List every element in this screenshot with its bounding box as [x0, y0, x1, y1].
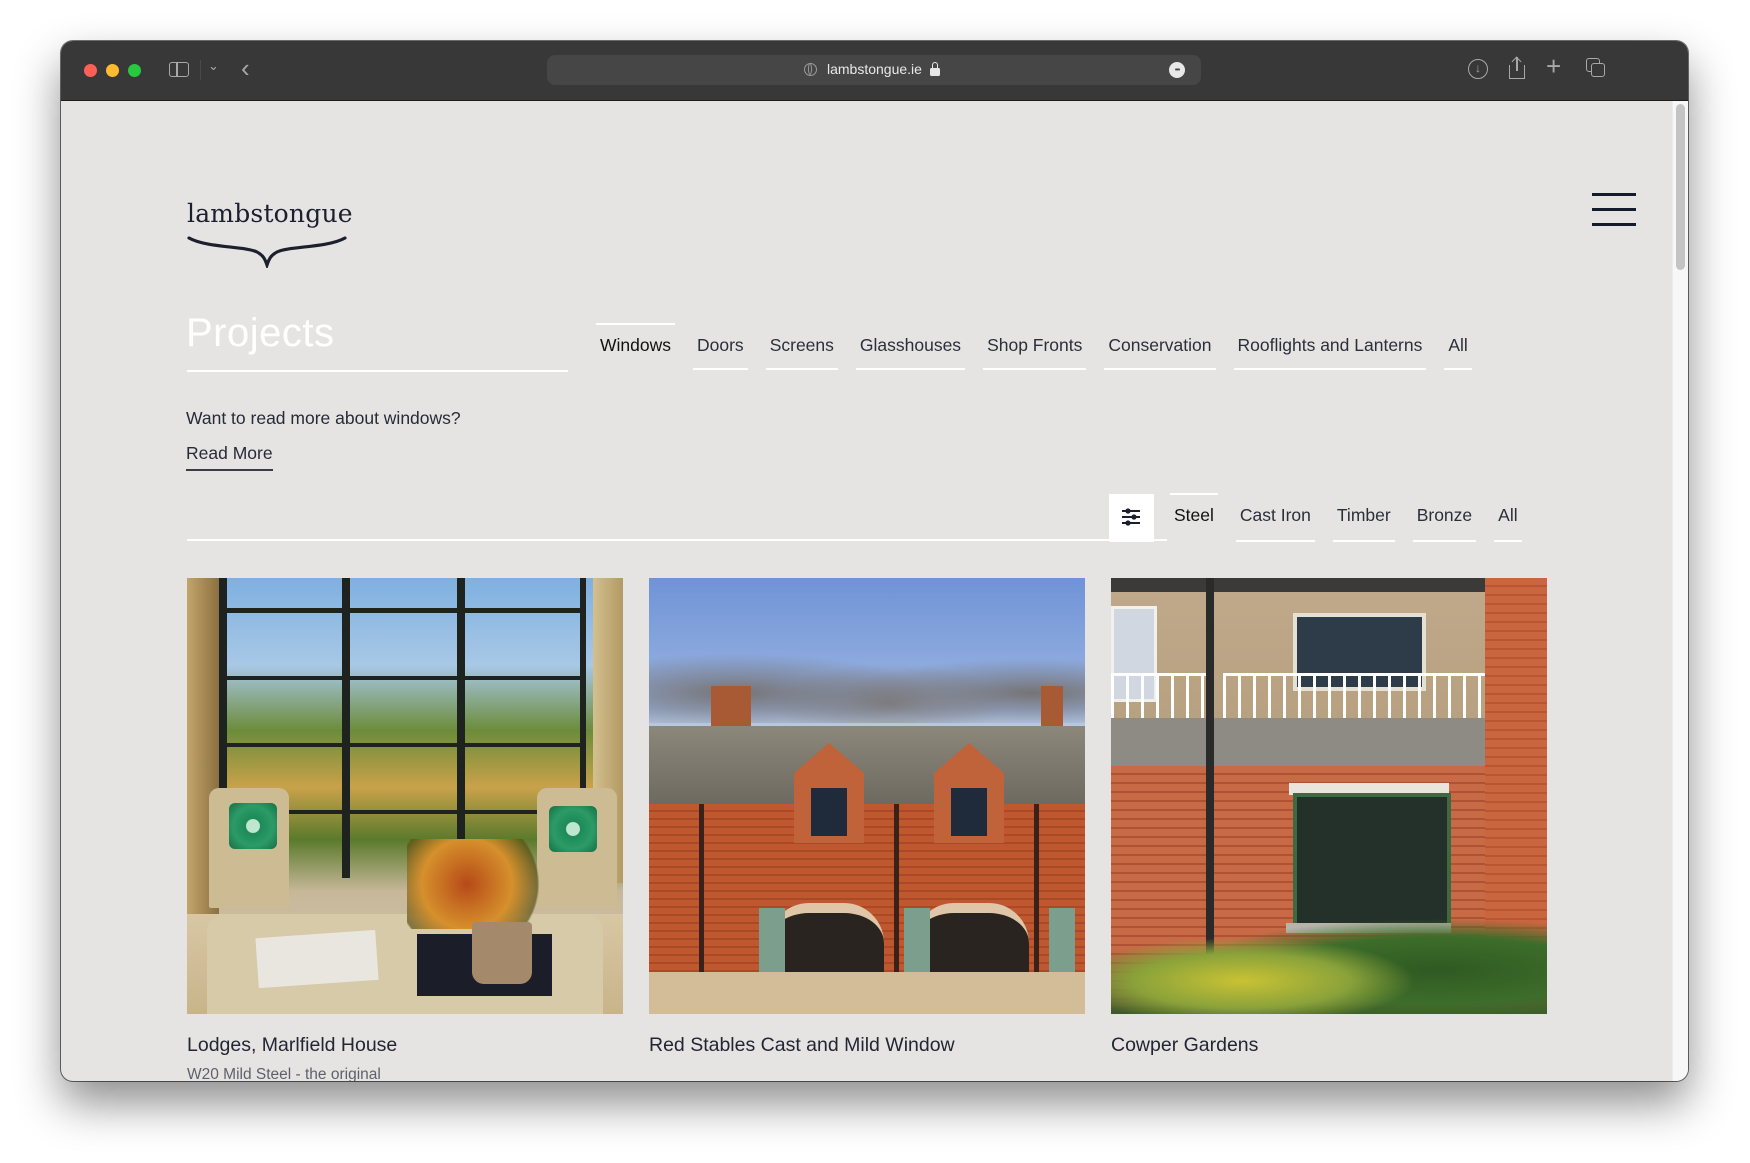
tab-doors[interactable]: Doors — [693, 323, 748, 370]
window-frame — [342, 578, 350, 878]
tab-timber[interactable]: Timber — [1332, 493, 1395, 542]
page-title: Projects — [186, 311, 335, 355]
category-tabs: Windows Doors Screens Glasshouses Shop F… — [596, 323, 1490, 370]
hamburger-icon-line — [1592, 208, 1636, 211]
project-grid: Lodges, Marlfield House W20 Mild Steel -… — [187, 578, 1547, 1081]
tab-all-categories[interactable]: All — [1444, 323, 1473, 370]
drainpipe — [699, 804, 704, 974]
page-menu-button[interactable]: ••• — [1169, 62, 1185, 78]
new-tab-button[interactable]: + — [1546, 51, 1561, 82]
project-image[interactable] — [649, 578, 1085, 1014]
window-frame — [219, 608, 584, 613]
address-bar[interactable]: lambstongue.ie ••• — [547, 55, 1201, 85]
gravel-ground — [649, 972, 1085, 1014]
project-title[interactable]: Lodges, Marlfield House — [187, 1034, 623, 1057]
window-frame — [219, 743, 584, 747]
drainpipe — [1034, 804, 1039, 974]
tab-cast-iron[interactable]: Cast Iron — [1235, 493, 1315, 542]
close-window-button[interactable] — [84, 64, 97, 77]
project-title[interactable]: Red Stables Cast and Mild Window — [649, 1034, 1085, 1057]
hamburger-icon-line — [1592, 193, 1636, 196]
dormer-window — [811, 788, 847, 836]
toolbar-divider — [200, 60, 201, 80]
logo-text: lambstongue — [187, 199, 353, 228]
balcony-slab — [1111, 718, 1506, 766]
address-url[interactable]: lambstongue.ie — [827, 61, 922, 77]
ellipsis-icon: ••• — [1174, 67, 1180, 74]
material-tabs: Steel Cast Iron Timber Bronze All — [1170, 493, 1540, 542]
hamburger-menu-button[interactable] — [1592, 193, 1636, 227]
tab-steel[interactable]: Steel — [1170, 493, 1218, 542]
garden-shrubs — [1111, 904, 1547, 1014]
download-icon[interactable]: ↓ — [1468, 59, 1488, 79]
window-frame — [457, 578, 465, 878]
tab-rooflights-and-lanterns[interactable]: Rooflights and Lanterns — [1233, 323, 1427, 370]
sidebar-icon[interactable] — [169, 62, 189, 77]
browser-toolbar: ⌄ ‹ lambstongue.ie ••• ↓ + — [61, 41, 1688, 101]
tab-bronze[interactable]: Bronze — [1412, 493, 1477, 542]
drainpipe — [894, 804, 899, 974]
hamburger-icon-line — [1592, 223, 1636, 226]
tab-shop-fronts[interactable]: Shop Fronts — [983, 323, 1087, 370]
magazine — [255, 929, 379, 989]
filter-button[interactable] — [1109, 494, 1154, 542]
lock-icon — [930, 62, 940, 76]
read-more-link[interactable]: Read More — [186, 443, 273, 471]
project-title[interactable]: Cowper Gardens — [1111, 1034, 1547, 1057]
sliders-icon — [1122, 508, 1140, 526]
fullscreen-window-button[interactable] — [128, 64, 141, 77]
back-button[interactable]: ‹ — [241, 53, 250, 84]
chevron-down-icon[interactable]: ⌄ — [208, 58, 219, 74]
logo-brace-icon — [187, 236, 347, 268]
project-image[interactable] — [1111, 578, 1547, 1014]
tab-glasshouses[interactable]: Glasshouses — [855, 323, 966, 370]
flower-arrangement — [407, 839, 557, 929]
filter-divider — [187, 539, 1167, 541]
page-content: lambstongue Projects Windows Doors Scree… — [61, 101, 1673, 1081]
title-divider — [187, 370, 568, 372]
cushion — [229, 803, 277, 849]
chimney — [1041, 686, 1063, 728]
project-subtitle: W20 Mild Steel - the original — [187, 1066, 381, 1081]
tab-screens[interactable]: Screens — [765, 323, 839, 370]
project-image[interactable] — [187, 578, 623, 1014]
scrollbar[interactable] — [1672, 101, 1688, 1081]
tabs-icon-front — [1591, 63, 1605, 77]
tab-all-materials[interactable]: All — [1494, 493, 1523, 542]
browser-window: ⌄ ‹ lambstongue.ie ••• ↓ + lambstongue P… — [61, 41, 1688, 1081]
flower-pot — [472, 922, 532, 984]
tab-windows[interactable]: Windows — [596, 323, 675, 370]
chimney — [711, 686, 751, 728]
tab-conservation[interactable]: Conservation — [1104, 323, 1216, 370]
project-card[interactable]: Red Stables Cast and Mild Window — [649, 578, 1085, 1081]
project-card[interactable]: Lodges, Marlfield House W20 Mild Steel -… — [187, 578, 623, 1081]
share-icon[interactable] — [1509, 56, 1525, 79]
project-card[interactable]: Cowper Gardens — [1111, 578, 1547, 1081]
tabs-icon[interactable] — [1586, 58, 1606, 78]
intro-text: Want to read more about windows? — [186, 408, 461, 428]
roof — [649, 726, 1085, 804]
dormer-window — [951, 788, 987, 836]
window-frame — [219, 676, 584, 680]
scrollbar-thumb[interactable] — [1676, 104, 1685, 270]
globe-icon — [804, 63, 817, 76]
minimize-window-button[interactable] — [106, 64, 119, 77]
